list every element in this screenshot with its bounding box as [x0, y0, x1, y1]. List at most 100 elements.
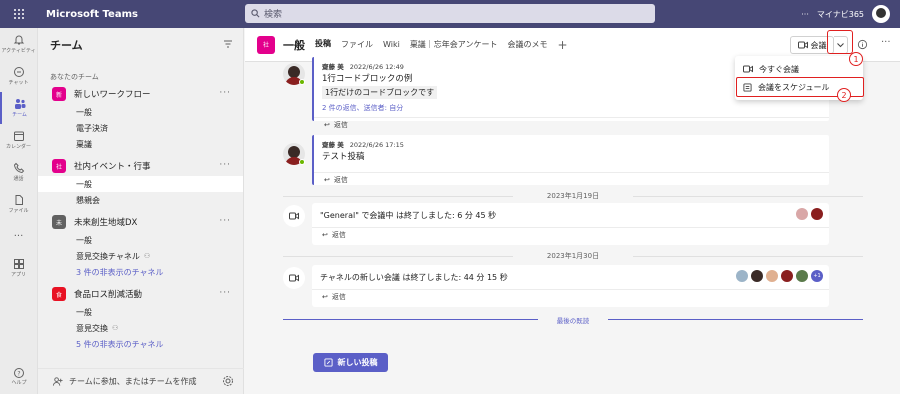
channel-item[interactable]: 一般: [38, 232, 243, 248]
meeting-ended-text: チャネルの新しい会議 は終了しました: 44 分 15 秒: [320, 272, 508, 282]
team-item[interactable]: 新 新しいワークフロー ···: [38, 84, 243, 104]
channel-item[interactable]: 電子決済: [38, 120, 243, 136]
tab-survey[interactable]: 稟議｜忘年会アンケート: [410, 29, 498, 60]
search-input[interactable]: 検索: [245, 4, 655, 23]
gear-icon[interactable]: [222, 375, 234, 387]
reply-icon: ↩: [324, 120, 330, 129]
message-card[interactable]: 齋藤 美 2022/6/26 17:15 テスト投稿 ↩ 返信: [312, 135, 829, 185]
channel-name: 一般: [283, 38, 305, 52]
rail-chat[interactable]: チャット: [0, 60, 37, 92]
bell-icon: [13, 35, 24, 45]
team-more-button[interactable]: ···: [219, 216, 231, 226]
meeting-card[interactable]: "General" で会議中 は終了しました: 6 分 45 秒 ↩ 返信: [312, 203, 829, 245]
rail-apps[interactable]: アプリ: [0, 252, 37, 284]
search-icon: [251, 9, 260, 18]
phone-icon: [13, 162, 24, 174]
reply-button[interactable]: ↩ 返信: [312, 289, 829, 303]
private-icon: ⚇: [112, 324, 119, 332]
channel-team-icon: 社: [257, 35, 275, 54]
team-item[interactable]: 未 未来創生地域DX ···: [38, 212, 243, 232]
avatar: [796, 270, 808, 282]
reply-icon: ↩: [322, 292, 328, 301]
reply-icon: ↩: [322, 230, 328, 239]
avatar: [766, 270, 778, 282]
teams-sidebar: チーム あなたのチーム 新 新しいワークフロー ··· 一般 電子決済 稟議 社…: [38, 28, 244, 394]
new-post-button[interactable]: 新しい投稿: [313, 353, 388, 372]
user-name: マイナビ365: [816, 9, 864, 19]
meeting-camera-icon: [283, 205, 305, 227]
rail-teams[interactable]: チーム: [0, 92, 37, 124]
channel-item[interactable]: 意見交換チャネル ⚇: [38, 248, 243, 264]
highlight-box: [827, 30, 853, 54]
participants: [796, 208, 823, 220]
step-callout: 1: [849, 52, 863, 66]
more-icon: ···: [13, 230, 24, 242]
reply-icon: ↩: [324, 175, 330, 184]
avatar: [811, 208, 823, 220]
info-icon[interactable]: [857, 39, 868, 50]
settings-more-button[interactable]: ···: [801, 10, 809, 19]
add-people-icon: [52, 377, 63, 386]
team-more-button[interactable]: ···: [219, 288, 231, 298]
sidebar-title: チーム: [50, 39, 83, 52]
reply-button[interactable]: ↩ 返信: [312, 227, 829, 241]
presence-badge: [299, 79, 305, 85]
channel-item[interactable]: 一般: [38, 304, 243, 320]
meeting-ended-text: "General" で会議中 は終了しました: 6 分 45 秒: [320, 210, 497, 220]
app-launcher-icon[interactable]: [0, 0, 38, 28]
channel-more-button[interactable]: ···: [881, 37, 891, 48]
avatar[interactable]: [872, 5, 890, 23]
reply-button[interactable]: ↩ 返信: [314, 172, 829, 186]
channel-item-active[interactable]: 一般: [38, 176, 243, 192]
rail-help[interactable]: ? ヘルプ: [0, 367, 38, 386]
team-icon: 未: [52, 215, 66, 229]
hidden-channels-link[interactable]: 3 件の非表示のチャネル: [38, 264, 243, 280]
meeting-card[interactable]: チャネルの新しい会議 は終了しました: 44 分 15 秒 +1 ↩ 返信: [312, 265, 829, 307]
channel-main: 社 一般 投稿 ファイル Wiki 稟議｜忘年会アンケート 会議のメモ + 会議…: [245, 28, 900, 394]
date-separator: 2023年1月19日: [283, 191, 863, 201]
more-participants-badge: +1: [811, 270, 823, 282]
join-create-team[interactable]: チームに参加、またはチームを作成: [38, 368, 244, 394]
meeting-camera-icon: [283, 267, 305, 289]
calendar-icon: [13, 131, 24, 141]
chat-icon: [13, 67, 24, 77]
avatar: [751, 270, 763, 282]
rail-more[interactable]: ···: [0, 220, 37, 252]
avatar: [736, 270, 748, 282]
reply-button[interactable]: ↩ 返信: [314, 117, 829, 131]
filter-icon[interactable]: [223, 39, 233, 49]
code-block: 1行だけのコードブロックです: [322, 86, 438, 99]
video-icon: [797, 41, 808, 49]
team-icon: 新: [52, 87, 66, 101]
channel-item[interactable]: 意見交換 ⚇: [38, 320, 243, 336]
section-label: あなたのチーム: [50, 73, 99, 81]
participants: +1: [736, 270, 823, 282]
replies-link[interactable]: 2 件の返信、送信者: 自分: [322, 103, 821, 113]
channel-item[interactable]: 懇親会: [38, 192, 243, 208]
compose-icon: [323, 358, 333, 367]
private-icon: ⚇: [143, 252, 151, 260]
rail-files[interactable]: ファイル: [0, 188, 37, 220]
channel-item[interactable]: 稟議: [38, 136, 243, 152]
team-more-button[interactable]: ···: [219, 88, 231, 98]
menu-item-meet-now[interactable]: 今すぐ会議: [735, 60, 863, 78]
rail-calendar[interactable]: カレンダー: [0, 124, 37, 156]
date-separator: 2023年1月30日: [283, 251, 863, 261]
tab-meeting-notes[interactable]: 会議のメモ: [508, 29, 548, 60]
help-icon: ?: [14, 368, 24, 378]
tab-wiki[interactable]: Wiki: [383, 30, 400, 59]
svg-text:?: ?: [17, 371, 20, 378]
add-tab-button[interactable]: +: [558, 38, 568, 52]
top-bar: Microsoft Teams 検索 ··· マイナビ365: [0, 0, 900, 28]
teams-icon: [14, 99, 25, 109]
hidden-channels-link[interactable]: 5 件の非表示のチャネル: [38, 336, 243, 352]
team-more-button[interactable]: ···: [219, 160, 231, 170]
team-item[interactable]: 社 社内イベント・行事 ···: [38, 156, 243, 176]
team-item[interactable]: 食 食品ロス削減活動 ···: [38, 284, 243, 304]
rail-calls[interactable]: 通話: [0, 156, 37, 188]
tab-files[interactable]: ファイル: [341, 29, 373, 60]
rail-activity[interactable]: アクティビティ: [0, 28, 37, 60]
presence-badge: [299, 159, 305, 165]
video-icon: [743, 65, 753, 73]
channel-item[interactable]: 一般: [38, 104, 243, 120]
